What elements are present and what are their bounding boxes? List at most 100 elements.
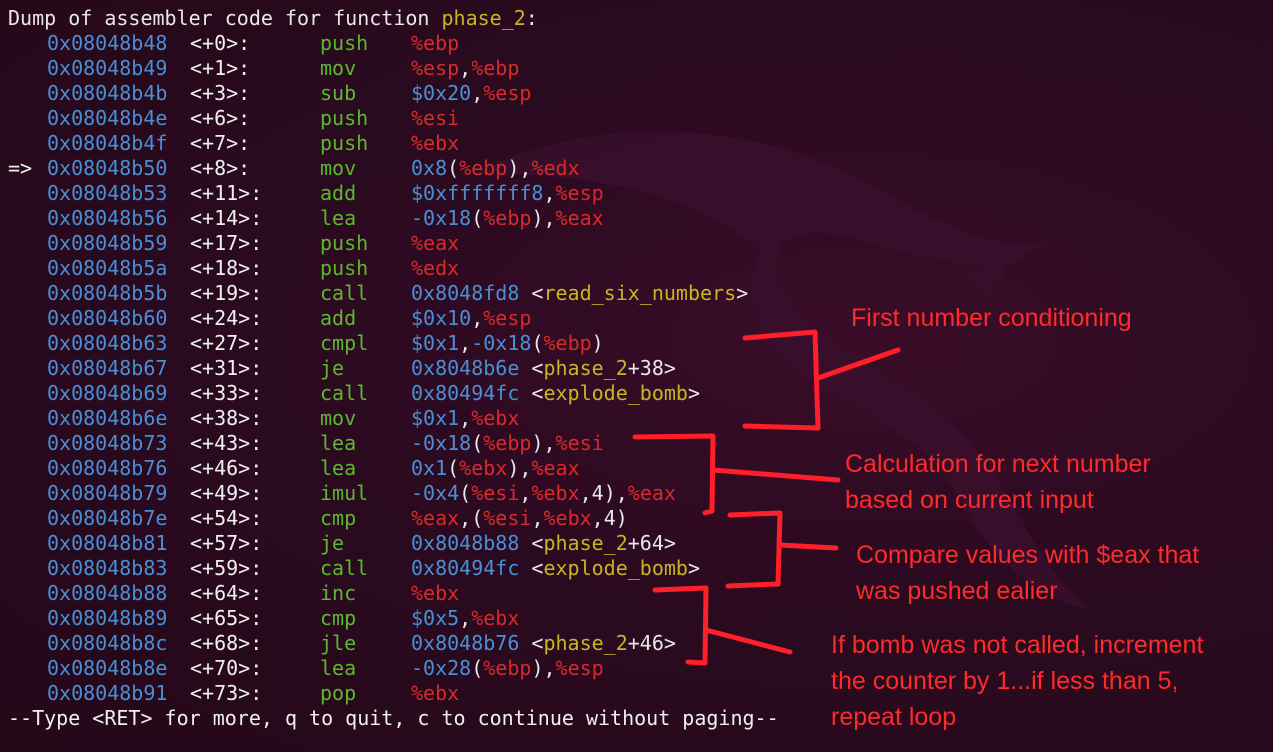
instruction-mnemonic: je: [320, 356, 345, 380]
instruction-address: 0x08048b91: [47, 681, 168, 705]
instruction-address: 0x08048b83: [47, 556, 168, 580]
operand-token: ,: [471, 81, 484, 105]
operand-token: %ebp: [411, 31, 460, 55]
operand-token: 0x8048fd8: [411, 281, 520, 305]
instruction-offset: <+3>:: [190, 81, 251, 105]
instruction-offset: <+7>:: [190, 131, 251, 155]
instruction-mnemonic: lea: [320, 456, 357, 480]
operand-token: (: [471, 656, 484, 680]
operand-token: ),: [507, 156, 532, 180]
instruction-offset: <+73>:: [190, 681, 263, 705]
instruction-mnemonic: jle: [320, 631, 357, 655]
instruction-offset: <+27>:: [190, 331, 263, 355]
instruction-offset: <+68>:: [190, 631, 263, 655]
instruction-address: 0x08048b4f: [47, 131, 168, 155]
pager-prompt: --Type <RET> for more, q to quit, c to c…: [8, 706, 779, 730]
instruction-offset: <+11>:: [190, 181, 263, 205]
instruction-address: 0x08048b8c: [47, 631, 168, 655]
operand-token: phase_2: [543, 356, 628, 380]
operand-token: <: [519, 631, 544, 655]
operand-token: ,: [543, 181, 556, 205]
operand-token: %esi: [483, 506, 532, 530]
operand-token: %ebp: [483, 206, 532, 230]
operand-token: >: [736, 281, 749, 305]
operand-token: %eax: [411, 506, 460, 530]
instruction-mnemonic: push: [320, 106, 369, 130]
operand-token: %ebx: [531, 481, 580, 505]
instruction-offset: <+49>:: [190, 481, 263, 505]
operand-token: %ebp: [483, 656, 532, 680]
operand-token: 0x80494fc: [411, 556, 520, 580]
operand-token: explode_bomb: [543, 556, 688, 580]
instruction-offset: <+18>:: [190, 256, 263, 280]
instruction-operands: 0x8048b76 <phase_2+46>: [411, 631, 676, 656]
operand-token: ,: [519, 481, 532, 505]
operand-token: %eax: [531, 456, 580, 480]
instruction-mnemonic: call: [320, 556, 369, 580]
operand-token: ,: [459, 406, 472, 430]
instruction-operands: -0x18(%ebp),%eax: [411, 206, 604, 231]
instruction-operands: %esi: [411, 106, 459, 131]
instruction-operands: %ebx: [411, 131, 459, 156]
instruction-mnemonic: cmpl: [320, 331, 369, 355]
instruction-offset: <+0>:: [190, 31, 251, 55]
operand-token: ,(: [459, 506, 484, 530]
instruction-offset: <+14>:: [190, 206, 263, 230]
instruction-offset: <+46>:: [190, 456, 263, 480]
instruction-offset: <+6>:: [190, 106, 251, 130]
instruction-address: 0x08048b4b: [47, 81, 168, 105]
instruction-mnemonic: add: [320, 181, 357, 205]
operand-token: +38>: [627, 356, 676, 380]
instruction-mnemonic: mov: [320, 406, 357, 430]
operand-token: ),: [531, 431, 556, 455]
instruction-mnemonic: sub: [320, 81, 357, 105]
instruction-operands: $0x1,%ebx: [411, 406, 519, 431]
instruction-address: 0x08048b53: [47, 181, 168, 205]
instruction-operands: $0x20,%esp: [411, 81, 531, 106]
instruction-mnemonic: lea: [320, 656, 357, 680]
operand-token: 0x8048b6e: [411, 356, 520, 380]
operand-token: %ebp: [459, 156, 508, 180]
operand-token: %ebx: [411, 581, 460, 605]
instruction-offset: <+54>:: [190, 506, 263, 530]
instruction-operands: %ebp: [411, 31, 459, 56]
instruction-mnemonic: add: [320, 306, 357, 330]
operand-token: %esi: [555, 431, 604, 455]
instruction-operands: 0x80494fc <explode_bomb>: [411, 381, 700, 406]
instruction-offset: <+59>:: [190, 556, 263, 580]
instruction-address: 0x08048b5b: [47, 281, 168, 305]
instruction-offset: <+19>:: [190, 281, 263, 305]
instruction-operands: $0x10,%esp: [411, 306, 531, 331]
instruction-offset: <+8>:: [190, 156, 251, 180]
instruction-mnemonic: call: [320, 381, 369, 405]
instruction-operands: -0x18(%ebp),%esi: [411, 431, 604, 456]
instruction-address: 0x08048b59: [47, 231, 168, 255]
instruction-address: 0x08048b7e: [47, 506, 168, 530]
instruction-mnemonic: cmp: [320, 606, 357, 630]
instruction-operands: 0x1(%ebx),%eax: [411, 456, 580, 481]
instruction-mnemonic: je: [320, 531, 345, 555]
operand-token: (: [531, 331, 544, 355]
instruction-operands: 0x8048b6e <phase_2+38>: [411, 356, 676, 381]
instruction-mnemonic: push: [320, 256, 369, 280]
instruction-address: 0x08048b76: [47, 456, 168, 480]
operand-token: %ebx: [471, 406, 520, 430]
operand-token: <: [519, 381, 544, 405]
operand-token: (: [447, 156, 460, 180]
instruction-address: 0x08048b60: [47, 306, 168, 330]
instruction-mnemonic: lea: [320, 431, 357, 455]
operand-token: >: [687, 381, 701, 405]
instruction-offset: <+33>:: [190, 381, 263, 405]
instruction-operands: %edx: [411, 256, 459, 281]
operand-token: %esp: [411, 56, 460, 80]
instruction-offset: <+70>:: [190, 656, 263, 680]
operand-token: $0x5: [411, 606, 460, 630]
operand-token: ,: [531, 506, 544, 530]
instruction-operands: -0x28(%ebp),%esp: [411, 656, 604, 681]
instruction-address: 0x08048b67: [47, 356, 168, 380]
operand-token: $0x20: [411, 81, 472, 105]
instruction-mnemonic: mov: [320, 156, 357, 180]
instruction-address: 0x08048b73: [47, 431, 168, 455]
operand-token: -0x28: [411, 656, 472, 680]
instruction-offset: <+38>:: [190, 406, 263, 430]
